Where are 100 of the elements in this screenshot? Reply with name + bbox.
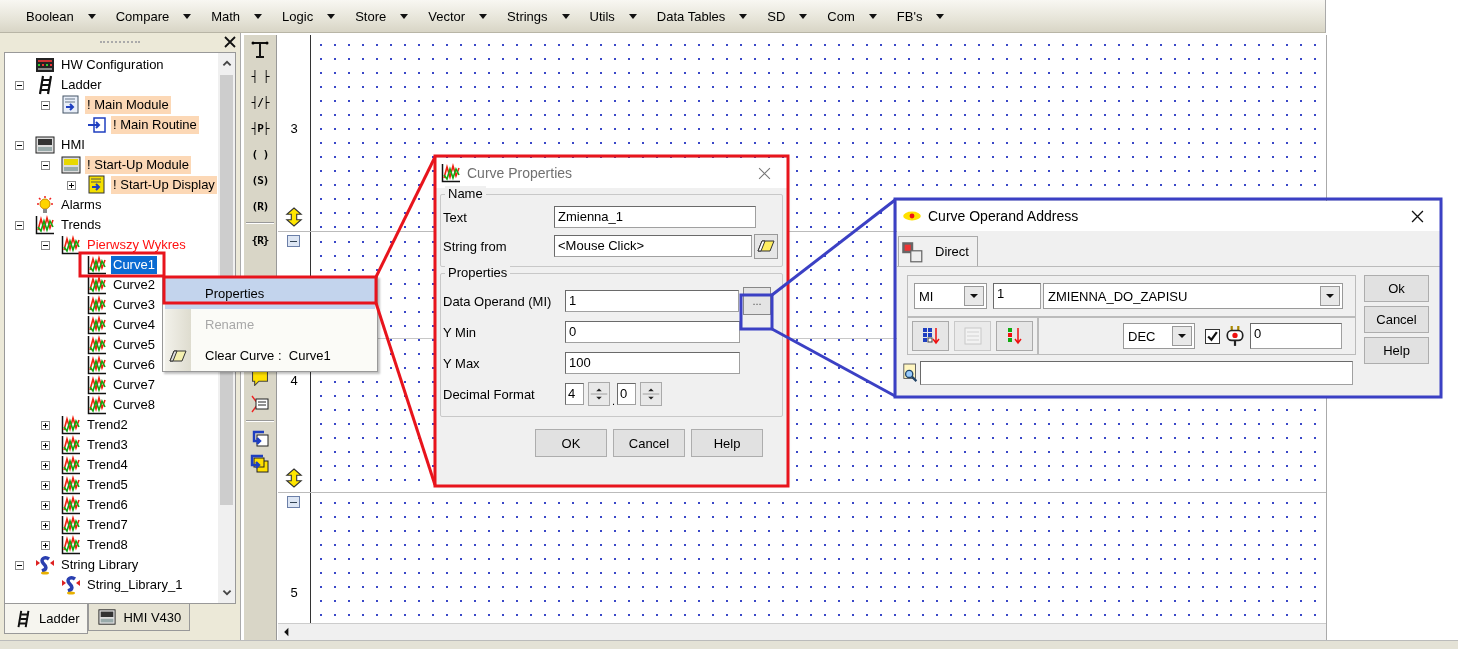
panel-tab[interactable]: HMI V430 [88,604,191,631]
dialog-button[interactable]: Help [1364,337,1429,364]
menu-button[interactable]: Compare [113,5,196,27]
instruction-button[interactable]: ( ) [246,141,274,167]
spin-button[interactable] [588,382,610,406]
panel-tab[interactable]: Ladder [4,604,89,634]
tree-toggle[interactable] [41,160,50,170]
tree-item[interactable]: Curve7 [111,376,157,394]
menu-button[interactable]: Data Tables [654,5,752,27]
tree-toggle[interactable] [41,100,50,110]
scrollbar[interactable] [278,623,1326,640]
tree-item[interactable]: String Library [59,556,141,574]
tree-toggle[interactable] [41,440,50,450]
instruction-button[interactable]: ┤ ├ [246,63,274,89]
menu-item[interactable]: Clear Curve : Curve1 [165,340,375,371]
tree-item[interactable]: ! Main Routine [111,116,199,134]
tree-toggle[interactable] [15,80,24,90]
input-field[interactable] [920,361,1353,385]
instruction-button[interactable]: (S) [246,167,274,193]
trend-chart-icon [61,475,81,495]
clear-button[interactable] [753,233,778,259]
tree-item[interactable]: Trend8 [85,536,130,554]
checkbox[interactable] [1205,328,1220,344]
collapse-toggle[interactable] [287,496,300,508]
menu-button[interactable]: Vector [426,5,492,27]
tree-item[interactable]: Curve1 [111,256,157,274]
instruction-button[interactable]: {R} [246,227,274,253]
tree-toggle[interactable] [41,420,50,430]
tree-item[interactable]: Curve5 [111,336,157,354]
input-field[interactable]: 4 [565,383,584,405]
tree-item[interactable]: Curve6 [111,356,157,374]
tree-item[interactable]: Curve2 [111,276,157,294]
input-field[interactable]: 1 [565,290,739,312]
browse-button[interactable]: ... [743,287,771,315]
tree-toggle[interactable] [41,480,50,490]
tree-toggle[interactable] [41,240,50,250]
menu-button[interactable]: Store [353,5,413,27]
tree-item[interactable]: Pierwszy Wykres [85,236,188,254]
tree-item[interactable]: ! Main Module [85,96,171,114]
caret-icon [739,13,748,19]
input-field[interactable]: 0 [1250,323,1342,349]
tool-button[interactable] [996,321,1033,351]
tree-item[interactable]: Alarms [59,196,104,214]
tree-item[interactable]: ! Start-Up Module [85,156,191,174]
dialog-button[interactable]: Help [691,429,763,457]
input-field[interactable]: 1 [993,283,1041,309]
menu-button[interactable]: Strings [505,5,574,27]
trend-chart-icon [87,395,107,415]
tree-toggle[interactable] [41,540,50,550]
tree-item[interactable]: Curve4 [111,316,157,334]
tree-item[interactable]: Trend7 [85,516,130,534]
tree-item[interactable]: Trend2 [85,416,130,434]
tree-toggle[interactable] [41,500,50,510]
tab[interactable]: Direct [898,236,978,266]
tree-item[interactable]: Curve8 [111,396,157,414]
caret-icon [400,13,409,19]
dialog-button[interactable]: Ok [1364,275,1429,302]
dialog-button[interactable]: Cancel [613,429,685,457]
tree-item[interactable]: Ladder [59,76,104,94]
name-dropdown[interactable]: ZMIENNA_DO_ZAPISU [1043,283,1343,309]
tree-item[interactable]: HMI [59,136,87,154]
dialog-button[interactable]: Cancel [1364,306,1429,333]
menu-button[interactable]: Boolean [24,5,100,27]
tree-item[interactable]: HW Configuration [59,56,166,74]
input-field[interactable]: Zmienna_1 [554,206,756,228]
tree-item[interactable]: String_Library_1 [85,576,185,594]
format-dropdown[interactable]: DEC [1123,323,1195,349]
tree-item[interactable]: Trend6 [85,496,130,514]
type-dropdown[interactable]: MI [914,283,987,309]
tree-toggle[interactable] [67,180,76,190]
input-field[interactable]: 0 [565,321,740,343]
grip-handle[interactable] [100,41,140,44]
menu-button[interactable]: Math [209,5,267,27]
instruction-button[interactable]: ┤/├ [246,89,274,115]
tree-item[interactable]: Curve3 [111,296,157,314]
input-field[interactable]: 0 [617,383,637,405]
tree-item[interactable]: Trend5 [85,476,130,494]
tree-item[interactable]: Trend3 [85,436,130,454]
menu-button[interactable]: SD [765,5,812,27]
tree-toggle[interactable] [41,520,50,530]
input-field[interactable]: 100 [565,352,740,374]
tree-toggle[interactable] [15,220,24,230]
tree-item[interactable]: Trend4 [85,456,130,474]
dialog-button[interactable]: OK [535,429,607,457]
menu-button[interactable]: FB's [894,5,949,27]
input-field[interactable]: <Mouse Click> [554,235,752,257]
menu-button[interactable]: Com [825,5,881,27]
spin-button[interactable] [640,382,663,406]
tree-toggle[interactable] [15,560,24,570]
tree-toggle[interactable] [15,140,24,150]
menu-button[interactable]: Logic [280,5,340,27]
collapse-toggle[interactable] [287,235,300,247]
close-icon[interactable] [224,36,236,48]
tool-button[interactable] [912,321,949,351]
tree-item[interactable]: Trends [59,216,103,234]
tree-toggle[interactable] [41,460,50,470]
instruction-button[interactable]: (R) [246,193,274,219]
menu-button[interactable]: Utils [587,5,641,27]
instruction-button[interactable]: ┤P├ [246,115,274,141]
tree-item[interactable]: ! Start-Up Display [111,176,217,194]
